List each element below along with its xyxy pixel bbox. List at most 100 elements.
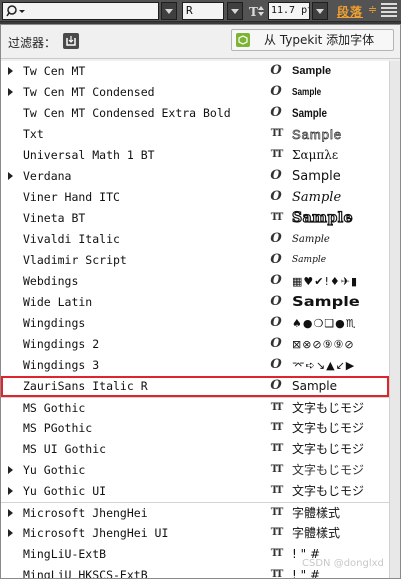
font-sample: Sample xyxy=(292,379,337,393)
filter-bar: 过滤器： 从 Typekit 添加字体 xyxy=(1,25,400,59)
font-sample: 文字もじモジ xyxy=(292,463,365,477)
expand-arrow-icon[interactable] xyxy=(8,487,13,495)
font-sample: Sample xyxy=(292,127,343,143)
expand-arrow-icon[interactable] xyxy=(8,172,13,180)
font-name: Tw Cen MT Condensed xyxy=(23,85,155,99)
typekit-icon xyxy=(236,33,250,47)
truetype-icon: TT xyxy=(270,422,284,433)
font-name: Wingdings 2 xyxy=(23,337,100,351)
font-name: Universal Math 1 BT xyxy=(23,148,155,162)
expand-arrow-icon[interactable] xyxy=(8,88,13,96)
font-list-item[interactable]: MS Gothic TT 文字もじモジ xyxy=(1,397,389,418)
font-sample: ▦♥✔!♦✈▮ xyxy=(292,275,359,288)
filter-toggle-icon[interactable] xyxy=(63,33,79,49)
font-list-item[interactable]: Vineta BT TT Sample xyxy=(1,208,389,229)
font-sample: ♠●❍❑●♏ xyxy=(292,317,357,330)
font-name: Webdings xyxy=(23,274,79,288)
font-list-item[interactable]: Webdings O ▦♥✔!♦✈▮ xyxy=(1,271,389,292)
opentype-icon: O xyxy=(270,273,282,288)
font-sample: 字體樣式 xyxy=(292,506,341,520)
font-list-item[interactable]: Verdana O Sample xyxy=(1,166,389,187)
font-name: Wide Latin xyxy=(23,295,93,309)
search-icon xyxy=(6,5,25,17)
font-size-field[interactable]: 11.7 pt xyxy=(268,2,310,20)
font-list-item[interactable]: Wingdings 3 O ⌤➪↘▲↙▶ xyxy=(1,355,389,376)
font-sample: Sample xyxy=(292,255,327,265)
font-list-item[interactable]: Vladimir Script O Sample xyxy=(1,250,389,271)
truetype-icon: TT xyxy=(270,212,284,223)
opentype-icon: O xyxy=(270,168,282,183)
truetype-icon: TT xyxy=(270,569,284,578)
font-name: Txt xyxy=(23,127,44,141)
font-list-item[interactable]: Viner Hand ITC O Sample xyxy=(1,187,389,208)
expand-arrow-icon[interactable] xyxy=(8,529,13,537)
font-list-item[interactable]: MS UI Gothic TT 文字もじモジ xyxy=(1,439,389,460)
font-name: Yu Gothic UI xyxy=(23,484,107,498)
font-sample: 文字もじモジ xyxy=(292,421,365,435)
font-name: Viner Hand ITC xyxy=(23,190,120,204)
font-list-item[interactable]: Universal Math 1 BT TT Σαμπλε xyxy=(1,145,389,166)
font-sample: Sample xyxy=(292,106,328,120)
font-list-item-selected[interactable]: ZauriSans Italic R O Sample xyxy=(1,376,389,397)
font-style-field[interactable]: R xyxy=(182,2,224,20)
font-name: MS UI Gothic xyxy=(23,442,107,456)
font-list-item[interactable]: Wide Latin O Sample xyxy=(1,292,389,313)
opentype-icon: O xyxy=(270,105,282,120)
font-name: Vladimir Script xyxy=(23,253,127,267)
font-name: Tw Cen MT xyxy=(23,64,86,78)
truetype-icon: TT xyxy=(270,485,284,496)
font-name: ZauriSans Italic R xyxy=(23,379,148,393)
expand-arrow-icon[interactable] xyxy=(8,466,13,474)
truetype-icon: TT xyxy=(270,149,284,160)
font-list-item[interactable]: MS PGothic TT 文字もじモジ xyxy=(1,418,389,439)
font-list-item[interactable]: Txt TT Sample xyxy=(1,124,389,145)
font-sample: Sample xyxy=(292,65,332,77)
font-sample: Sample xyxy=(292,295,360,310)
opentype-icon: O xyxy=(270,252,282,267)
font-list-item[interactable]: Tw Cen MT O Sample xyxy=(1,61,389,82)
font-list[interactable]: Tw Cen MT O Sample Tw Cen MT Condensed O Samp… xyxy=(1,61,389,578)
truetype-icon: TT xyxy=(270,527,284,538)
font-size-dropdown-button[interactable] xyxy=(312,2,328,20)
font-search-input[interactable] xyxy=(2,2,159,20)
expand-arrow-icon[interactable] xyxy=(8,509,13,517)
font-list-popup: 过滤器： 从 Typekit 添加字体 Tw Cen MT O Sample Tw C… xyxy=(0,24,401,579)
chevron-down-icon xyxy=(316,8,324,14)
font-name: Verdana xyxy=(23,169,72,183)
font-name: MS PGothic xyxy=(23,421,93,435)
opentype-icon: O xyxy=(270,84,282,99)
font-name: Tw Cen MT Condensed Extra Bold xyxy=(23,106,231,120)
font-list-item[interactable]: Yu Gothic UI TT 文字もじモジ xyxy=(1,481,389,502)
typekit-button-label: 从 Typekit 添加字体 xyxy=(264,33,375,47)
font-list-item[interactable]: Wingdings 2 O ⊠⊗⊘⑨⑨⊘ xyxy=(1,334,389,355)
font-list-item[interactable]: Tw Cen MT Condensed Extra Bold O Sample xyxy=(1,103,389,124)
font-sample: 文字もじモジ xyxy=(292,401,365,415)
font-list-item[interactable]: Microsoft JhengHei UI TT 字體樣式 xyxy=(1,523,389,544)
font-sample: Sample xyxy=(292,190,342,205)
expand-arrow-icon[interactable] xyxy=(8,67,13,75)
font-name: Vivaldi Italic xyxy=(23,232,120,246)
font-list-item[interactable]: Wingdings O ♠●❍❑●♏ xyxy=(1,313,389,334)
paragraph-align-icon: ≑ xyxy=(368,3,378,16)
font-sample: 文字もじモジ xyxy=(292,442,365,456)
add-typekit-fonts-button[interactable]: 从 Typekit 添加字体 xyxy=(231,29,394,51)
opentype-icon: O xyxy=(270,63,282,78)
font-name: MingLiU-ExtB xyxy=(23,547,107,561)
font-style-dropdown-button[interactable] xyxy=(227,2,243,20)
font-list-item[interactable]: Microsoft JhengHei TT 字體樣式 xyxy=(1,502,389,523)
font-sample: ⌤➪↘▲↙▶ xyxy=(292,359,356,372)
font-list-item[interactable]: Tw Cen MT Condensed O Sample xyxy=(1,82,389,103)
font-sample: 字體樣式 xyxy=(292,526,341,540)
truetype-icon: TT xyxy=(270,402,284,413)
font-name: Microsoft JhengHei UI xyxy=(23,526,169,540)
font-list-item[interactable]: Yu Gothic TT 文字もじモジ xyxy=(1,460,389,481)
font-size-icon: T xyxy=(247,2,267,20)
font-family-dropdown-button[interactable] xyxy=(161,2,177,20)
font-size-value: 11.7 pt xyxy=(271,5,310,16)
font-list-scrollbar[interactable] xyxy=(389,61,400,578)
panel-menu-icon[interactable] xyxy=(381,3,397,18)
font-sample: ⊠⊗⊘⑨⑨⊘ xyxy=(292,338,355,351)
paragraph-panel-link[interactable]: 段落 xyxy=(337,3,363,20)
font-sample: 文字もじモジ xyxy=(292,484,365,498)
font-list-item[interactable]: Vivaldi Italic O Sample xyxy=(1,229,389,250)
